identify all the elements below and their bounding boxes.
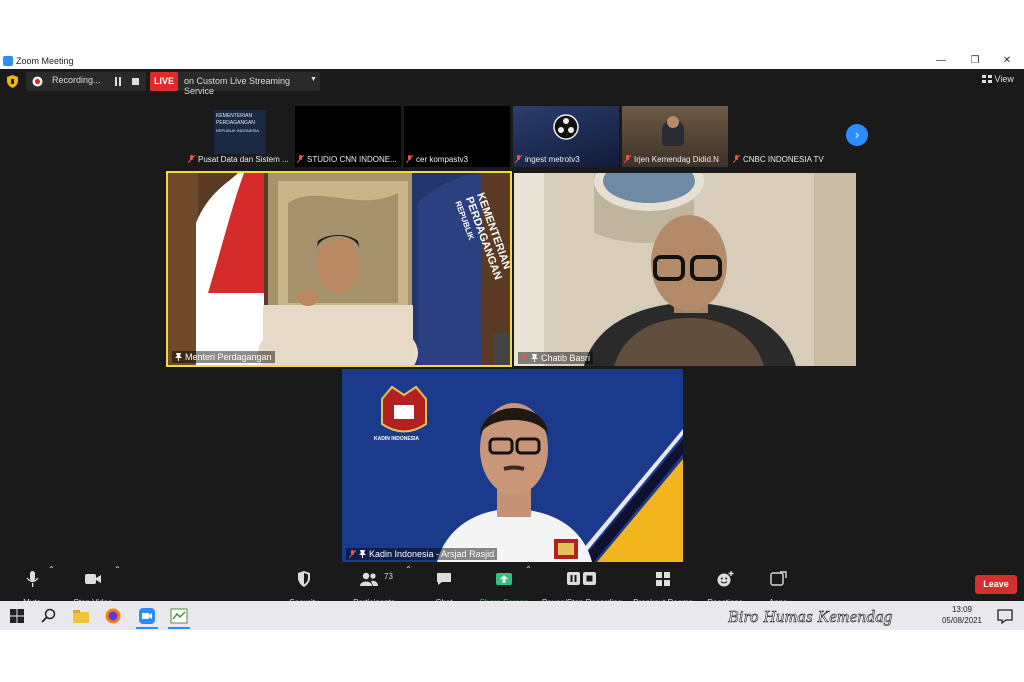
zoom-window: Zoom Meeting — ❐ ✕ Recording... LIVE on … [0, 53, 1024, 630]
muted-mic-icon [348, 549, 357, 559]
windows-start-icon[interactable] [8, 607, 26, 625]
muted-mic-icon [515, 155, 522, 163]
share-screen-arrow-icon [496, 573, 512, 585]
participant-thumbnail[interactable]: Irjen Kemendag Didid.N [622, 106, 728, 167]
pause-stop-icon [567, 572, 596, 585]
pause-recording-icon[interactable] [114, 77, 122, 86]
muted-mic-icon [406, 155, 413, 163]
participant-name-label: Menteri Perdagangan [172, 351, 275, 363]
search-icon[interactable] [40, 607, 58, 625]
participant-thumbnail[interactable]: cer kompastv3 [404, 106, 510, 167]
screen: Zoom Meeting — ❐ ✕ Recording... LIVE on … [0, 0, 1024, 682]
watermark-text: Biro Humas Kemendag [728, 607, 893, 627]
participant-thumbnail[interactable]: KEMENTERIAN PERDAGANGAN REPUBLIK INDONES… [186, 106, 292, 167]
thumbnail-name: Irjen Kemendag Didid.N [624, 155, 719, 164]
security-shield-icon[interactable] [7, 75, 18, 88]
thumbnail-name: Pusat Data dan Sistem ... [188, 155, 289, 164]
muted-mic-icon [624, 155, 631, 163]
grid-view-icon [982, 75, 992, 83]
chat-bubble-icon [437, 573, 451, 585]
participants-options-chevron-icon[interactable]: ⌃ [405, 565, 412, 575]
share-options-chevron-icon[interactable]: ⌃ [525, 565, 532, 575]
smiley-plus-icon [717, 571, 734, 587]
window-title: Zoom Meeting [16, 56, 74, 66]
chatib-video-scene [514, 173, 856, 366]
notifications-icon[interactable] [996, 607, 1014, 625]
stop-recording-icon[interactable] [132, 78, 139, 85]
participant-thumbnail[interactable]: ingest metrotv3 [513, 106, 619, 167]
muted-mic-icon [733, 155, 740, 163]
zoom-taskbar-icon[interactable] [138, 607, 156, 625]
recording-cloud-icon [32, 76, 43, 87]
file-explorer-icon[interactable] [72, 607, 90, 625]
logo-line: PERDAGANGAN [216, 120, 255, 126]
zoom-app-icon [3, 56, 13, 66]
video-tile[interactable]: Chatib Basri [514, 173, 856, 366]
participant-name-label: Kadin Indonesia - Arsjad Rasjid [346, 548, 498, 560]
thumbnail-name: ingest metrotv3 [515, 155, 580, 164]
thumbnail-name: CNBC INDONESIA TV [733, 155, 824, 164]
view-button[interactable]: View [982, 74, 1018, 88]
video-options-chevron-icon[interactable]: ⌃ [114, 565, 121, 575]
microphone-icon [26, 571, 39, 587]
minimize-button[interactable]: — [924, 53, 958, 69]
person-face [667, 116, 679, 128]
live-stream-label: on Custom Live Streaming Service [184, 76, 291, 96]
pin-icon [531, 354, 538, 362]
breakout-rooms-icon [656, 572, 670, 586]
video-tile[interactable]: KADIN INDONESIA Kadin Indonesia - Arsjad… [342, 369, 683, 562]
logo-line: KEMENTERIAN [216, 113, 253, 119]
active-app-indicator [168, 627, 190, 629]
participant-thumbnail[interactable]: CNBC INDONESIA TV [731, 106, 837, 167]
maximize-button[interactable]: ❐ [958, 53, 992, 69]
live-stream-indicator[interactable]: LIVE on Custom Live Streaming Service ▼ [150, 72, 320, 96]
leave-button[interactable]: Leave [975, 575, 1017, 594]
next-page-chevron-icon[interactable]: › [846, 124, 868, 146]
participant-thumbnail[interactable]: STUDIO CNN INDONE... [295, 106, 401, 167]
active-app-indicator [136, 627, 158, 629]
recording-label: Recording... [52, 75, 101, 85]
apps-icon [770, 571, 787, 586]
kadin-video-scene [342, 369, 683, 562]
pin-icon [175, 353, 182, 361]
thumbnail-name: STUDIO CNN INDONE... [297, 155, 397, 164]
live-badge: LIVE [150, 72, 178, 91]
chevron-down-icon[interactable]: ▼ [310, 76, 317, 83]
participant-count-badge: 73 [384, 572, 393, 581]
mute-options-chevron-icon[interactable]: ⌃ [48, 565, 55, 575]
muted-mic-icon [520, 353, 529, 363]
kadin-logo-text: KADIN INDONESIA [374, 436, 420, 442]
obs-logo-icon [553, 114, 579, 140]
clock-time: 13:09 [951, 605, 973, 614]
muted-mic-icon [297, 155, 304, 163]
recording-indicator: Recording... [26, 72, 146, 91]
pin-icon [359, 550, 366, 558]
shield-icon [298, 571, 310, 587]
participant-name-label: Chatib Basri [518, 352, 594, 364]
logo-line: REPUBLIK INDONESIA [216, 128, 259, 133]
firefox-icon[interactable] [104, 607, 122, 625]
close-button[interactable]: ✕ [990, 53, 1024, 69]
clock-date: 05/08/2021 [941, 616, 983, 625]
video-tile-active-speaker[interactable]: KEMENTERIAN PERDAGANGAN REPUBLIK Menteri… [166, 171, 512, 367]
muted-mic-icon [188, 155, 195, 163]
title-bar: Zoom Meeting — ❐ ✕ [0, 53, 1024, 69]
view-label: View [994, 74, 1014, 84]
video-camera-icon [85, 574, 101, 584]
thumbnail-name: cer kompastv3 [406, 155, 468, 164]
system-clock[interactable]: 13:09 05/08/2021 [940, 604, 984, 626]
app-window-icon[interactable] [170, 607, 188, 625]
kemendag-logo-card: KEMENTERIAN PERDAGANGAN REPUBLIK INDONES… [214, 110, 266, 154]
participants-icon [360, 572, 379, 586]
